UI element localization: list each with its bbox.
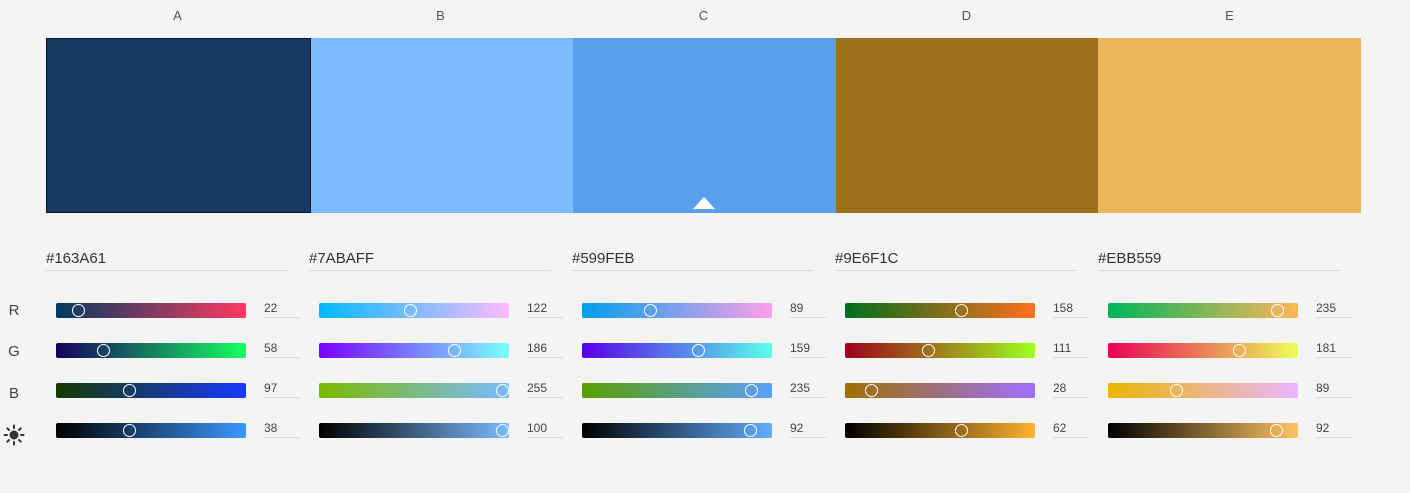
brightness-value-b[interactable] [527, 419, 563, 438]
brightness-slider-c[interactable] [582, 423, 772, 438]
brightness-value-c[interactable] [790, 419, 826, 438]
blue-slider-c[interactable] [582, 383, 772, 398]
blue-value-d[interactable] [1053, 379, 1089, 398]
slider-thumb[interactable] [96, 344, 110, 357]
brightness-slider-e[interactable] [1108, 423, 1298, 438]
row-label-green: G [8, 343, 20, 360]
row-label-red: R [8, 302, 20, 319]
red-value-e[interactable] [1316, 299, 1352, 318]
slider-thumb[interactable] [123, 424, 137, 437]
blue-value-e[interactable] [1316, 379, 1352, 398]
slider-thumb[interactable] [922, 344, 936, 357]
slider-thumb[interactable] [744, 384, 758, 397]
blue-value-a[interactable] [264, 379, 300, 398]
slider-thumb[interactable] [744, 424, 758, 437]
green-value-d[interactable] [1053, 339, 1089, 358]
hex-input-d[interactable] [835, 246, 1077, 271]
green-value-a[interactable] [264, 339, 300, 358]
slider-thumb[interactable] [1270, 304, 1284, 317]
brightness-value-d[interactable] [1053, 419, 1089, 438]
column-label-a: A [173, 8, 182, 23]
brightness-value-a[interactable] [264, 419, 300, 438]
green-slider-a[interactable] [56, 343, 246, 358]
blue-slider-a[interactable] [56, 383, 246, 398]
slider-thumb[interactable] [447, 344, 461, 357]
green-slider-c[interactable] [582, 343, 772, 358]
red-slider-e[interactable] [1108, 303, 1298, 318]
slider-thumb[interactable] [954, 304, 968, 317]
brightness-slider-d[interactable] [845, 423, 1035, 438]
column-label-e: E [1225, 8, 1234, 23]
red-value-d[interactable] [1053, 299, 1089, 318]
slider-thumb[interactable] [692, 344, 706, 357]
red-slider-a[interactable] [56, 303, 246, 318]
red-slider-c[interactable] [582, 303, 772, 318]
column-label-c: C [698, 8, 709, 23]
slider-thumb[interactable] [495, 424, 509, 437]
row-label-blue: B [8, 385, 19, 402]
slider-thumb[interactable] [1169, 384, 1183, 397]
column-label-b: B [436, 8, 445, 23]
green-value-c[interactable] [790, 339, 826, 358]
slider-thumb[interactable] [71, 304, 85, 317]
swatch-c[interactable] [573, 38, 836, 213]
red-slider-d[interactable] [845, 303, 1035, 318]
hex-input-e[interactable] [1098, 246, 1340, 271]
blue-slider-d[interactable] [845, 383, 1035, 398]
slider-thumb[interactable] [1270, 424, 1284, 437]
swatch-strip [46, 38, 1361, 213]
green-value-e[interactable] [1316, 339, 1352, 358]
brightness-slider-a[interactable] [56, 423, 246, 438]
brightness-slider-b[interactable] [319, 423, 509, 438]
hex-input-c[interactable] [572, 246, 814, 271]
green-slider-d[interactable] [845, 343, 1035, 358]
red-value-c[interactable] [790, 299, 826, 318]
column-labels: A B C D E [46, 8, 1361, 26]
slider-thumb[interactable] [495, 384, 509, 397]
sun-icon [3, 424, 25, 446]
slider-thumb[interactable] [643, 304, 657, 317]
slider-thumb[interactable] [403, 304, 417, 317]
green-value-b[interactable] [527, 339, 563, 358]
slider-thumb[interactable] [1233, 344, 1247, 357]
red-value-b[interactable] [527, 299, 563, 318]
brightness-value-e[interactable] [1316, 419, 1352, 438]
red-slider-b[interactable] [319, 303, 509, 318]
slider-thumb[interactable] [864, 384, 878, 397]
slider-thumb[interactable] [954, 424, 968, 437]
swatch-e[interactable] [1098, 38, 1361, 213]
swatch-a[interactable] [46, 38, 311, 213]
swatch-d[interactable] [835, 38, 1099, 213]
blue-slider-e[interactable] [1108, 383, 1298, 398]
red-value-a[interactable] [264, 299, 300, 318]
blue-value-b[interactable] [527, 379, 563, 398]
hex-input-b[interactable] [309, 246, 551, 271]
column-label-d: D [961, 8, 972, 23]
swatch-b[interactable] [310, 38, 574, 213]
blue-value-c[interactable] [790, 379, 826, 398]
selected-marker-icon [693, 197, 716, 209]
slider-thumb[interactable] [123, 384, 137, 397]
green-slider-b[interactable] [319, 343, 509, 358]
hex-input-a[interactable] [46, 246, 288, 271]
blue-slider-b[interactable] [319, 383, 509, 398]
green-slider-e[interactable] [1108, 343, 1298, 358]
